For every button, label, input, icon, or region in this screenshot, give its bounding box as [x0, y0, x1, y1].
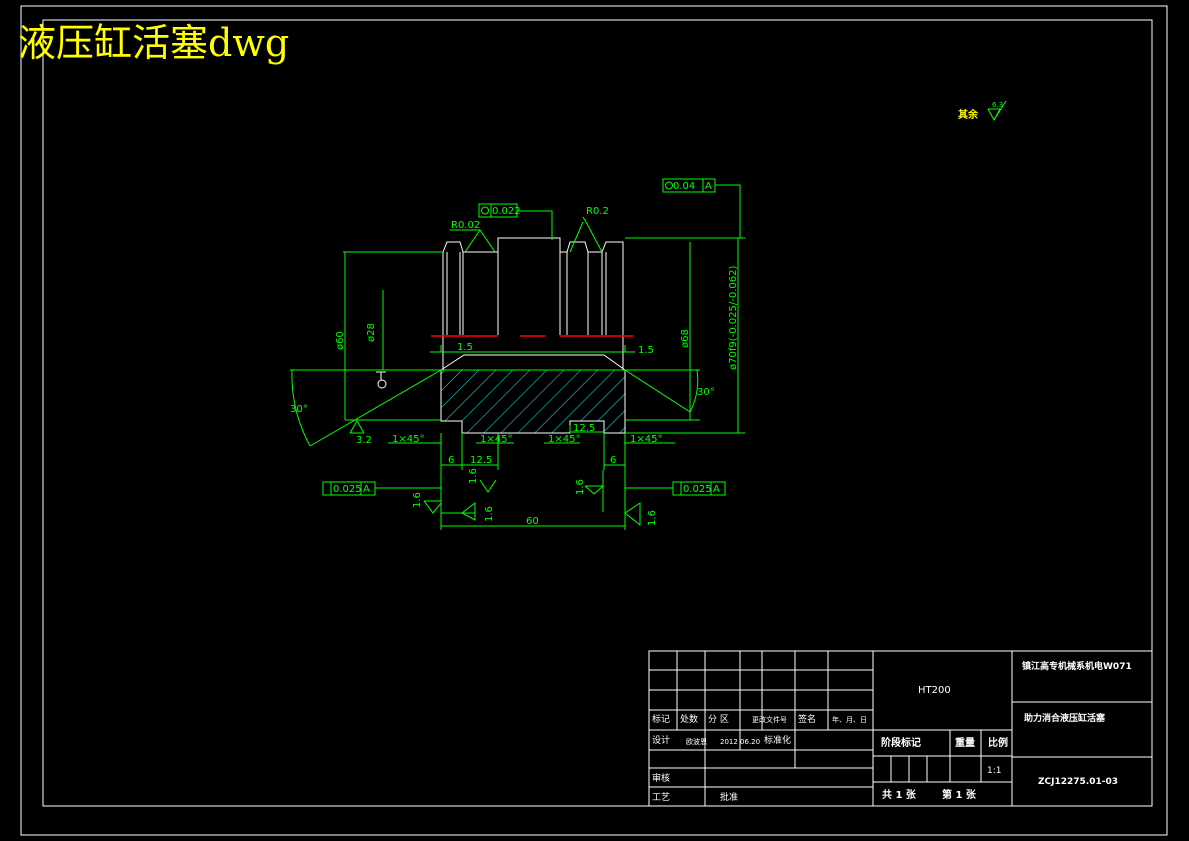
svg-text:HT200: HT200	[918, 685, 951, 696]
svg-text:1×45°: 1×45°	[630, 434, 662, 445]
svg-text:分 区: 分 区	[708, 714, 729, 725]
svg-text:1.5: 1.5	[638, 345, 654, 356]
svg-text:12.5: 12.5	[573, 423, 595, 434]
perp-right: 0.025 A	[625, 481, 726, 496]
svg-text:工艺: 工艺	[652, 792, 670, 803]
roughness-note: 其余 6.3	[958, 100, 1007, 122]
svg-text:比例: 比例	[988, 736, 1008, 749]
svg-text:1.6: 1.6	[412, 492, 423, 508]
svg-text:0.025: 0.025	[333, 484, 362, 495]
svg-text:6: 6	[610, 455, 616, 466]
right-diameters: ø68 ø70f9(-0.025/-0.062)	[625, 237, 745, 434]
svg-text:重量: 重量	[955, 736, 975, 749]
svg-text:镇江高专机械系机电W071: 镇江高专机械系机电W071	[1022, 660, 1132, 672]
hatched-section	[440, 369, 626, 434]
svg-text:2012 06.20: 2012 06.20	[720, 738, 760, 746]
svg-text:60: 60	[526, 516, 539, 527]
svg-text:A: A	[713, 484, 720, 495]
perp-left: 0.025 A	[322, 481, 441, 496]
svg-text:第 1 张: 第 1 张	[942, 788, 977, 801]
svg-text:1×45°: 1×45°	[480, 434, 512, 445]
svg-text:其余: 其余	[958, 108, 979, 121]
svg-text:欧波恩: 欧波恩	[686, 737, 707, 746]
svg-text:ø60: ø60	[335, 331, 346, 350]
svg-text:批准: 批准	[720, 791, 738, 803]
svg-text:ZCJ12275.01-03: ZCJ12275.01-03	[1038, 777, 1118, 787]
svg-text:ø28: ø28	[366, 323, 377, 342]
title-block: HT200 镇江高专机械系机电W071 助力消合液压缸活塞 ZCJ12275.0…	[648, 650, 1153, 807]
chamfer-45: 1×45° 1×45° 1×45° 1×45°	[388, 434, 675, 445]
svg-text:1.6: 1.6	[647, 510, 658, 526]
svg-text:0.04: 0.04	[673, 181, 695, 192]
left-diameters: ø60 ø28	[335, 251, 443, 421]
r-labels: R0.02 R0.2	[450, 206, 609, 253]
svg-text:0.025: 0.025	[683, 484, 712, 495]
svg-text:1×45°: 1×45°	[392, 434, 424, 445]
svg-text:年、月、日: 年、月、日	[832, 715, 867, 724]
drawing-canvas: 液压缸活塞dwg 其余 6.3 0.022 0.04 A R0.02 R0.2 …	[18, 5, 1168, 836]
svg-text:助力消合液压缸活塞: 助力消合液压缸活塞	[1024, 712, 1106, 724]
chamfer-labels: 1.5 1.5	[440, 342, 654, 356]
svg-text:30°: 30°	[697, 387, 715, 398]
svg-text:1.6: 1.6	[575, 479, 586, 495]
runout-frame: 0.04 A	[662, 178, 741, 238]
svg-text:签名: 签名	[798, 713, 816, 725]
flatness-frame: 0.022	[478, 203, 553, 240]
svg-text:30°: 30°	[290, 404, 308, 415]
watermark-title: 液压缸活塞dwg	[18, 21, 289, 65]
svg-text:1.5: 1.5	[457, 342, 473, 353]
svg-text:A: A	[705, 181, 712, 192]
roughness-3-2: 3.2	[349, 420, 372, 446]
svg-text:1:1: 1:1	[987, 766, 1001, 776]
datum-symbol	[376, 371, 387, 389]
svg-text:处数: 处数	[680, 713, 698, 725]
svg-text:3.2: 3.2	[356, 435, 372, 446]
svg-text:1.6: 1.6	[468, 468, 479, 484]
svg-text:R0.02: R0.02	[451, 220, 480, 231]
svg-text:设计: 设计	[652, 734, 670, 746]
svg-text:审核: 审核	[652, 772, 670, 784]
svg-text:0.022: 0.022	[492, 206, 521, 217]
svg-text:共 1 张: 共 1 张	[882, 788, 917, 801]
svg-text:标记: 标记	[652, 713, 670, 725]
svg-text:12.5: 12.5	[470, 455, 492, 466]
svg-text:6.3: 6.3	[992, 101, 1003, 109]
svg-text:1.6: 1.6	[484, 506, 495, 522]
svg-text:R0.2: R0.2	[586, 206, 609, 217]
svg-text:更改文件号: 更改文件号	[752, 715, 787, 724]
svg-text:6: 6	[448, 455, 454, 466]
svg-text:ø68: ø68	[680, 329, 691, 348]
svg-text:标准化: 标准化	[764, 734, 791, 746]
svg-text:1×45°: 1×45°	[548, 434, 580, 445]
svg-text:阶段标记: 阶段标记	[881, 736, 921, 749]
svg-text:A: A	[363, 484, 370, 495]
svg-text:ø70f9(-0.025/-0.062): ø70f9(-0.025/-0.062)	[728, 266, 739, 370]
